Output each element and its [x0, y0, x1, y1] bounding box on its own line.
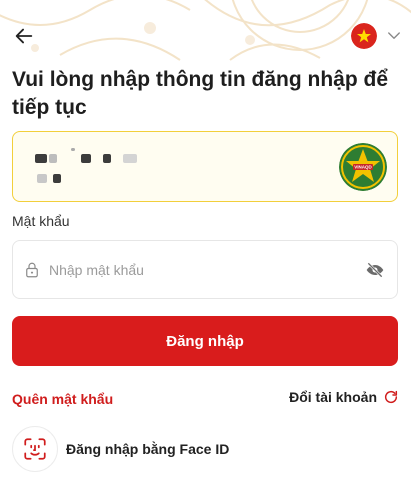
language-selector[interactable] [351, 20, 403, 52]
page-title: Vui lòng nhập thông tin đăng nhập để tiế… [12, 68, 389, 119]
password-label: Mật khẩu [12, 213, 70, 229]
switch-account-label: Đổi tài khoản [289, 389, 377, 405]
faceid-icon-wrapper [12, 426, 58, 472]
login-button[interactable]: Đăng nhập [12, 316, 398, 366]
password-input[interactable] [49, 261, 365, 278]
switch-account-button[interactable]: Đổi tài khoản [289, 389, 399, 405]
refresh-icon [384, 390, 398, 404]
faceid-login-button[interactable]: Đăng nhập bằng Face ID [12, 424, 229, 474]
top-bar [0, 18, 411, 54]
eye-off-icon[interactable] [365, 260, 385, 280]
faceid-label: Đăng nhập bằng Face ID [66, 441, 230, 457]
chevron-down-icon [388, 32, 400, 39]
badge-text: VINAQD [354, 165, 372, 170]
lock-icon [26, 262, 38, 277]
password-field[interactable] [12, 240, 398, 299]
masked-account-name [31, 148, 171, 188]
vietnam-flag-icon [351, 23, 377, 49]
face-id-icon [24, 438, 46, 460]
account-card[interactable]: VINAQD [12, 131, 398, 202]
back-button[interactable] [10, 22, 38, 50]
army-badge-icon: VINAQD [339, 143, 387, 191]
forgot-password-link[interactable]: Quên mật khẩu [12, 391, 113, 407]
arrow-left-icon [15, 28, 33, 44]
